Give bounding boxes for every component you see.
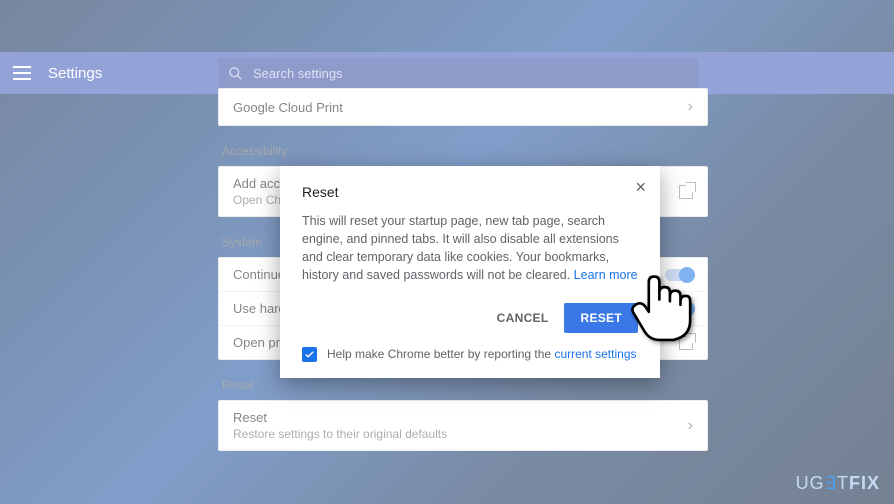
help-text: Help make Chrome better by reporting the…	[327, 347, 637, 361]
section-heading-accessibility: Accessibility	[222, 144, 708, 158]
row-label: Reset	[233, 410, 267, 425]
page-title: Settings	[48, 65, 102, 82]
cancel-button[interactable]: CANCEL	[491, 303, 555, 333]
help-text-prefix: Help make Chrome better by reporting the	[327, 347, 554, 361]
cursor-hand-icon	[618, 266, 706, 359]
dialog-body-text: This will reset your startup page, new t…	[302, 214, 619, 282]
row-sublabel: Restore settings to their original defau…	[233, 427, 447, 441]
close-icon[interactable]: ×	[635, 180, 646, 194]
dialog-title: Reset	[302, 184, 638, 200]
chevron-right-icon: ›	[688, 417, 693, 435]
watermark: UG∃TFIX	[796, 473, 880, 494]
hamburger-menu-icon[interactable]	[8, 59, 36, 87]
external-link-icon	[679, 185, 693, 199]
help-checkbox[interactable]	[302, 347, 317, 362]
search-input[interactable]	[253, 66, 633, 81]
row-label: Google Cloud Print	[233, 100, 343, 115]
help-improve-row: Help make Chrome better by reporting the…	[302, 347, 638, 362]
dialog-body: This will reset your startup page, new t…	[302, 212, 638, 285]
reset-dialog: × Reset This will reset your startup pag…	[280, 166, 660, 378]
row-reset[interactable]: Reset Restore settings to their original…	[219, 401, 707, 450]
chevron-right-icon: ›	[688, 98, 693, 116]
row-google-cloud-print[interactable]: Google Cloud Print ›	[219, 89, 707, 125]
section-heading-reset: Reset	[222, 378, 708, 392]
search-icon	[228, 66, 243, 81]
search-box[interactable]	[218, 58, 698, 88]
